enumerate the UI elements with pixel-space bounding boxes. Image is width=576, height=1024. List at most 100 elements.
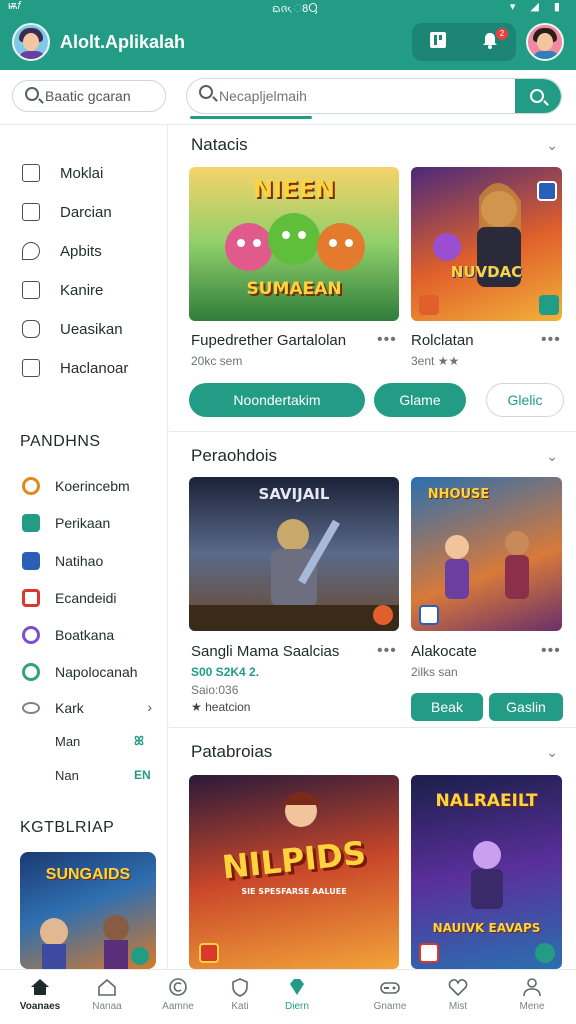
sidebar-item-label: Darcian bbox=[60, 204, 112, 221]
rating-badge-icon bbox=[419, 295, 439, 315]
circle-c-icon bbox=[167, 976, 189, 998]
game-meta: 2ilks san bbox=[411, 665, 458, 679]
edit-icon bbox=[22, 359, 40, 377]
platform-badge-icon bbox=[537, 181, 557, 201]
more-options-icon[interactable]: ••• bbox=[377, 642, 397, 660]
main-search-field[interactable] bbox=[186, 78, 562, 114]
gaslin-button[interactable]: Gaslin bbox=[489, 693, 563, 721]
more-options-icon[interactable]: ••• bbox=[541, 642, 561, 660]
home-filled-icon bbox=[29, 976, 51, 998]
sub-item-tag: EN bbox=[134, 768, 151, 782]
platform-label: Napolocanah bbox=[55, 664, 138, 680]
platform-label: Natihao bbox=[55, 553, 104, 569]
tab-mene[interactable]: Mene bbox=[500, 970, 564, 1024]
main-search-input[interactable] bbox=[219, 85, 499, 107]
platform-item-napolocanah[interactable]: Napolocanah bbox=[0, 657, 168, 687]
search-icon bbox=[530, 89, 544, 103]
tab-label: Voanaes bbox=[19, 1001, 61, 1012]
primary-action-button[interactable]: Noondertakim bbox=[189, 383, 365, 417]
platform-item-perikaan[interactable]: Perikaan bbox=[0, 508, 168, 538]
secondary-action-button[interactable]: Glelic bbox=[486, 383, 564, 417]
library-icon[interactable] bbox=[426, 30, 450, 54]
game-title[interactable]: Alakocate bbox=[411, 643, 477, 660]
search-button[interactable] bbox=[515, 79, 561, 113]
sub-item-nan[interactable]: Nan EN bbox=[0, 763, 168, 789]
chevron-down-icon[interactable]: ⌄ bbox=[546, 137, 558, 154]
sidebar-item-ueasikan[interactable]: Ueasikan bbox=[0, 313, 168, 347]
chevron-down-icon[interactable]: ⌄ bbox=[546, 448, 558, 465]
green-square-icon bbox=[22, 514, 40, 532]
game-card-art[interactable]: NUVDAC bbox=[411, 167, 562, 321]
platform-item-natihao[interactable]: Natihao bbox=[0, 546, 168, 576]
card-art-title: NHOUSE bbox=[427, 487, 490, 502]
tab-label: Mist bbox=[448, 1001, 468, 1012]
card-art-subtitle: SUMAEAN bbox=[246, 279, 342, 299]
sidebar-item-kanire[interactable]: Kanire bbox=[0, 274, 168, 308]
game-card-art[interactable]: NALRAEILT NAUIVK EAVAPS bbox=[411, 775, 562, 969]
sidebar-item-label: Ueasikan bbox=[60, 321, 123, 338]
tab-gname[interactable]: Gname bbox=[358, 970, 422, 1024]
game-card-art[interactable]: NHOUSE bbox=[411, 477, 562, 631]
game-card-art[interactable]: SAVIJAIL bbox=[189, 477, 399, 631]
platforms-heading: PANDHNS bbox=[20, 433, 101, 450]
sidebar-item-label: Kanire bbox=[60, 282, 104, 299]
heart-icon bbox=[447, 976, 469, 998]
sidebar-item-apbits[interactable]: Apbits bbox=[0, 235, 168, 269]
game-meta: 3ent ★★ bbox=[411, 354, 460, 368]
platform-badge-icon bbox=[419, 605, 439, 625]
game-meta: 20kc sem bbox=[191, 354, 243, 368]
user-icon bbox=[521, 976, 543, 998]
red-square-icon bbox=[22, 589, 40, 607]
calendar-check-icon bbox=[22, 203, 40, 221]
grid-icon bbox=[22, 164, 40, 182]
game-meta: S00 S2K4 2. bbox=[191, 665, 260, 679]
more-options-icon[interactable]: ••• bbox=[377, 331, 397, 349]
more-options-icon[interactable]: ••• bbox=[541, 331, 561, 349]
tab-mist[interactable]: Mist bbox=[426, 970, 490, 1024]
tab-label: Kati bbox=[231, 1001, 249, 1012]
game-button[interactable]: Glame bbox=[374, 383, 466, 417]
sidebar-item-haclanoar[interactable]: Haclanoar bbox=[0, 352, 168, 386]
gamepad-icon bbox=[22, 320, 40, 338]
platform-item-boatkana[interactable]: Boatkana bbox=[0, 620, 168, 650]
featured-banner[interactable]: SUNGAIDS bbox=[20, 852, 156, 969]
secondary-search-input[interactable] bbox=[45, 85, 161, 107]
sub-item-tag: ꕤ bbox=[134, 734, 144, 748]
book-button[interactable]: Beak bbox=[411, 693, 483, 721]
tab-aamne[interactable]: Aamne bbox=[146, 970, 210, 1024]
platform-badge-icon bbox=[419, 943, 439, 963]
platform-label: Ecandeidi bbox=[55, 590, 117, 606]
game-title[interactable]: Sangli Mama Saalcias bbox=[191, 643, 339, 660]
featured-heading: KGTBLRIAP bbox=[20, 819, 115, 836]
section-divider bbox=[169, 431, 576, 432]
sidebar-item-label: Haclanoar bbox=[60, 360, 129, 377]
game-card-art[interactable]: NIEEN SUMAEAN bbox=[189, 167, 399, 321]
sidebar-item-moklai[interactable]: Moklai bbox=[0, 157, 168, 191]
card-art-title: SAVIJAIL bbox=[258, 485, 330, 503]
tab-nanaa[interactable]: Nanaa bbox=[75, 970, 139, 1024]
platform-label: Kark bbox=[55, 700, 84, 716]
sidebar-item-darcian[interactable]: Darcian bbox=[0, 196, 168, 230]
platform-label: Boatkana bbox=[55, 627, 115, 643]
profile-avatar[interactable] bbox=[12, 23, 50, 61]
platform-item-kark[interactable]: Kark › bbox=[0, 693, 168, 723]
chevron-down-icon[interactable]: ⌄ bbox=[546, 744, 558, 761]
blue-square-icon bbox=[22, 552, 40, 570]
image-icon bbox=[22, 281, 40, 299]
rating-badge-icon bbox=[373, 605, 393, 625]
home-outline-icon bbox=[96, 976, 118, 998]
tab-diern[interactable]: Diern bbox=[265, 970, 329, 1024]
secondary-search-field[interactable] bbox=[12, 80, 166, 112]
sub-item-man[interactable]: Man ꕤ bbox=[0, 729, 168, 755]
platform-label: Perikaan bbox=[55, 515, 111, 531]
platform-item-ecandeidi[interactable]: Ecandeidi bbox=[0, 583, 168, 613]
account-avatar[interactable] bbox=[526, 23, 564, 61]
tab-kati[interactable]: Kati bbox=[208, 970, 272, 1024]
card-art-title: NUVDAC bbox=[450, 263, 523, 281]
game-title[interactable]: Rolclatan bbox=[411, 332, 474, 349]
game-title[interactable]: Fupedrether Gartalolan bbox=[191, 332, 346, 349]
tab-voanaes[interactable]: Voanaes bbox=[8, 970, 72, 1024]
orange-ring-icon bbox=[22, 477, 40, 495]
platform-item-koerincebm[interactable]: Koerincebm bbox=[0, 471, 168, 501]
game-card-art[interactable]: NILPIDS SIE SPESFARSE AALUEE bbox=[189, 775, 399, 969]
